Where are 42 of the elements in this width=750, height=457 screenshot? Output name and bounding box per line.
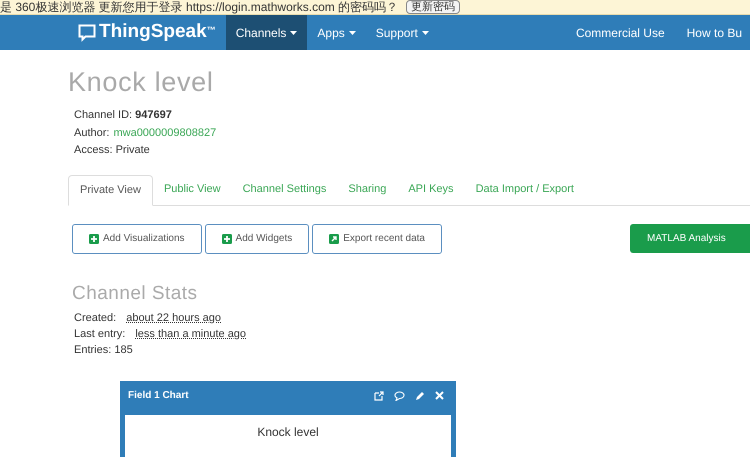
last-entry-label: Last entry: [74,326,126,342]
access-text: Access: Private [74,143,151,158]
nav-link[interactable]: How to Bu [672,15,750,50]
plus-icon [222,234,232,244]
caret-icon [290,30,298,34]
caret-icon [422,30,429,34]
author-label: Author: [74,126,110,140]
tab[interactable]: Channel Settings [232,174,338,204]
caret-icon [348,30,356,34]
tab[interactable]: Sharing [337,174,398,204]
chart-title: Knock level [257,424,319,440]
tab[interactable]: Public View [152,174,232,204]
entries-count: Entries: 185 [74,342,134,358]
notification-text: 是 360极速浏览器 更新您用于登录 https://login.mathworks.com 的密码吗？ [0,1,398,13]
plus-icon [89,234,99,244]
action-button[interactable]: Export recent data [312,224,442,254]
external-link-icon[interactable] [374,390,384,400]
created-time: about 22 hours ago [126,310,222,326]
tab[interactable]: Private View [68,174,153,206]
tab[interactable]: API Keys [397,174,465,204]
action-button[interactable]: Add Widgets [204,224,310,254]
comment-icon[interactable] [394,390,405,400]
last-entry-time: less than a minute ago [135,326,246,342]
close-icon[interactable] [435,391,444,400]
tab[interactable]: Data Import / Export [464,174,585,204]
nav-menu[interactable]: Channels [226,15,308,50]
update-password-button[interactable]: 更新密码 [406,0,460,14]
nav-link[interactable]: Commercial Use [562,15,673,50]
pencil-icon[interactable] [415,390,425,400]
matlab-analysis-button[interactable]: MATLAB Analysis [630,224,750,253]
action-button[interactable]: Add Visualizations [72,224,202,254]
channel-title: Knock level [68,66,214,98]
external-link-icon [329,234,340,244]
channel-id: Channel ID: 947697 [74,108,173,123]
section-title: Channel Stats [71,282,199,306]
author-link[interactable]: mwa0000009808827 [113,124,216,142]
panel-title: Field 1 Chart [128,389,189,403]
nav-menu[interactable]: Support [366,15,439,50]
created-label: Created: [74,310,116,326]
speech-bubble-icon [78,24,96,42]
brand-logo[interactable]: ThingSpeak$^{™}$ [99,18,216,47]
nav-menu[interactable]: Apps [307,15,366,50]
